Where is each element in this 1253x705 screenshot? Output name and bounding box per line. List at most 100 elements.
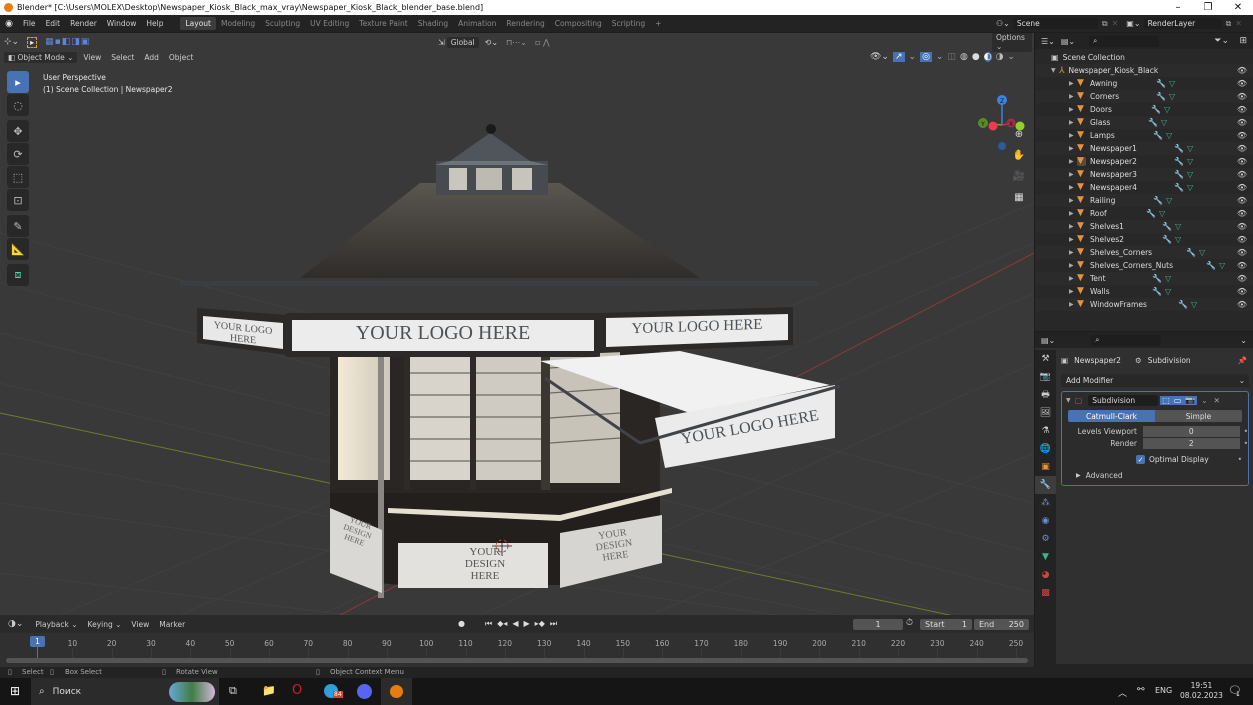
world-tab-icon[interactable]: 🌐: [1035, 440, 1056, 458]
3d-viewport[interactable]: YOUR LOGO HERE YOUR LOGO HERE YOUR LOGO …: [0, 33, 1034, 615]
delete-scene-icon[interactable]: ✕: [1112, 19, 1119, 28]
visibility-eye-icon[interactable]: 👁: [1237, 209, 1247, 218]
mesh-data-icon[interactable]: ▽: [1175, 222, 1181, 231]
mesh-data-icon[interactable]: ▽: [1166, 196, 1172, 205]
pivot-point-icon[interactable]: ⟲⌄: [485, 38, 498, 47]
select-box-tool-icon[interactable]: ▸: [7, 71, 29, 93]
expand-triangle-icon[interactable]: ▶: [1069, 119, 1077, 126]
expand-triangle-icon[interactable]: ▶: [1069, 210, 1077, 217]
outliner-item[interactable]: ▶ ▼ Shelves_Corners_Nuts 🔧 ▽ 👁: [1035, 259, 1253, 272]
taskbar-search-box[interactable]: ⌕ Поиск: [31, 678, 219, 705]
properties-search-input[interactable]: ⌕: [1091, 334, 1162, 346]
xray-icon[interactable]: ◫: [947, 52, 956, 62]
scene-icon[interactable]: ⚇⌄: [996, 19, 1010, 28]
expand-triangle-icon[interactable]: ▶: [1069, 158, 1077, 165]
render-toggle-icon[interactable]: 📷: [1183, 395, 1198, 405]
close-window-button[interactable]: ✕: [1223, 0, 1253, 15]
mesh-data-icon[interactable]: ▽: [1187, 183, 1193, 192]
visibility-eye-icon[interactable]: 👁: [1237, 144, 1247, 153]
mesh-data-icon[interactable]: ▽: [1161, 118, 1167, 127]
viewport-toggle-icon[interactable]: ▭: [1171, 395, 1184, 405]
levels-viewport-field[interactable]: 0: [1142, 426, 1240, 437]
timeline-scrollbar[interactable]: [6, 658, 1028, 663]
outliner-item[interactable]: ▶ ▼ Awning 🔧 ▽ 👁: [1035, 77, 1253, 90]
expand-triangle-icon[interactable]: ▶: [1069, 106, 1077, 113]
visibility-eye-icon[interactable]: 👁: [1237, 274, 1247, 283]
wireframe-shading-icon[interactable]: ◍: [960, 52, 968, 62]
scene-tab-icon[interactable]: ⚗: [1035, 422, 1056, 440]
menu-help[interactable]: Help: [141, 19, 168, 28]
rendered-shading-icon[interactable]: ◑: [996, 52, 1004, 62]
optimal-display-checkbox[interactable]: ✓: [1136, 455, 1145, 464]
simple-button[interactable]: Simple: [1155, 410, 1242, 422]
modifier-wrench-icon[interactable]: 🔧: [1186, 248, 1196, 257]
view-layer-tab-icon[interactable]: 🖼: [1035, 404, 1056, 422]
visibility-eye-icon[interactable]: 👁: [1237, 118, 1247, 127]
outliner-item[interactable]: ▶ ▼ Newspaper4 🔧 ▽ 👁: [1035, 181, 1253, 194]
kiosk-model[interactable]: [180, 124, 841, 598]
shading-dropdown-icon[interactable]: ⌄: [1007, 52, 1015, 62]
modifier-menu-icon[interactable]: ⌄: [1201, 396, 1207, 405]
visibility-eye-icon[interactable]: 👁: [1237, 105, 1247, 114]
pin-icon[interactable]: 📌: [1238, 356, 1247, 365]
file-explorer-icon[interactable]: 📁: [262, 684, 276, 697]
visibility-eye-icon[interactable]: 👁: [1237, 235, 1247, 244]
mesh-data-icon[interactable]: ▽: [1165, 274, 1171, 283]
clock[interactable]: 19:51 08.02.2023: [1180, 681, 1223, 701]
gizmo-dropdown-icon[interactable]: ⌄: [909, 52, 917, 62]
menu-view[interactable]: View: [79, 52, 105, 63]
modifier-wrench-icon[interactable]: 🔧: [1151, 105, 1161, 114]
modifier-wrench-icon[interactable]: 🔧: [1146, 209, 1156, 218]
modifier-wrench-icon[interactable]: 🔧: [1153, 196, 1163, 205]
modifier-wrench-icon[interactable]: 🔧: [1206, 261, 1216, 270]
mesh-data-icon[interactable]: ▽: [1219, 261, 1225, 270]
modifier-wrench-icon[interactable]: 🔧: [1178, 300, 1188, 309]
texture-tab-icon[interactable]: ▩: [1035, 584, 1056, 602]
add-cube-tool-icon[interactable]: ⧈: [7, 264, 29, 286]
mesh-data-icon[interactable]: ▽: [1187, 144, 1193, 153]
neg-x-axis-ball[interactable]: [988, 121, 998, 131]
keyframe-dot-icon[interactable]: •: [1244, 439, 1248, 448]
outliner-editor-type-icon[interactable]: ☰⌄: [1041, 37, 1055, 46]
tab-uv-editing[interactable]: UV Editing: [305, 17, 354, 30]
new-view-layer-icon[interactable]: ⧉: [1226, 19, 1232, 29]
tab-texture-paint[interactable]: Texture Paint: [354, 17, 412, 30]
view-layer-selector[interactable]: RenderLayer: [1143, 18, 1222, 29]
modifier-name-input[interactable]: Subdivision: [1088, 394, 1159, 406]
modifier-wrench-icon[interactable]: 🔧: [1156, 92, 1166, 101]
outliner-item[interactable]: ▶ ▼ Walls 🔧 ▽ 👁: [1035, 285, 1253, 298]
mesh-data-icon[interactable]: ▽: [1187, 170, 1193, 179]
tool-tab-icon[interactable]: ⚒: [1035, 350, 1056, 368]
scale-tool-icon[interactable]: ⬚: [7, 166, 29, 188]
camera-view-icon[interactable]: 🎥: [1010, 167, 1028, 185]
material-tab-icon[interactable]: ◕: [1035, 566, 1056, 584]
display-mode-icon[interactable]: ▤⌄: [1061, 37, 1075, 46]
visibility-eye-icon[interactable]: 👁: [1237, 79, 1247, 88]
rotate-tool-icon[interactable]: ⟳: [7, 143, 29, 165]
visibility-eye-icon[interactable]: 👁: [1237, 157, 1247, 166]
outliner-item[interactable]: ▶ ▼ Roof 🔧 ▽ 👁: [1035, 207, 1253, 220]
outliner-item[interactable]: ▶ ▼ Doors 🔧 ▽ 👁: [1035, 103, 1253, 116]
menu-object[interactable]: Object: [165, 52, 197, 63]
modifier-wrench-icon[interactable]: 🔧: [1174, 170, 1184, 179]
collapse-triangle-icon[interactable]: ▼: [1051, 67, 1059, 74]
pan-hand-icon[interactable]: ✋: [1010, 146, 1028, 164]
visibility-eye-icon[interactable]: 👁: [1237, 66, 1247, 75]
overlay-toggle-icon[interactable]: ◎: [920, 52, 932, 62]
outliner-item[interactable]: ▶ ▼ Glass 🔧 ▽ 👁: [1035, 116, 1253, 129]
mesh-data-icon[interactable]: ▽: [1165, 287, 1171, 296]
blender-menu-icon[interactable]: ◉: [0, 19, 18, 29]
expand-triangle-icon[interactable]: ▶: [1069, 249, 1077, 256]
tab-modeling[interactable]: Modeling: [216, 17, 260, 30]
material-preview-shading-icon[interactable]: ◐: [983, 52, 992, 62]
menu-render[interactable]: Render: [65, 19, 102, 28]
proportional-editing-icon[interactable]: ▫ ⋀: [535, 38, 550, 47]
catmull-clark-button[interactable]: Catmull-Clark: [1068, 410, 1155, 422]
cursor-tool-icon[interactable]: ◌: [7, 94, 29, 116]
visibility-eye-icon[interactable]: 👁: [1237, 287, 1247, 296]
visibility-eye-icon[interactable]: 👁: [1237, 222, 1247, 231]
expand-triangle-icon[interactable]: ▶: [1069, 197, 1077, 204]
neg-z-axis-ball[interactable]: [998, 142, 1006, 150]
visibility-eye-icon[interactable]: 👁: [1237, 131, 1247, 140]
outliner-item[interactable]: ▶ ▼ Shelves1 🔧 ▽ 👁: [1035, 220, 1253, 233]
